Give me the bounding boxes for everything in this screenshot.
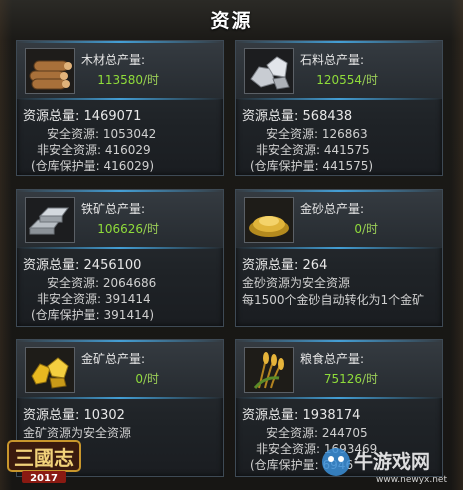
- gold-sand-icon: [244, 197, 294, 243]
- gold-ore-total-label: 资源总量:: [23, 408, 80, 423]
- iron-total-label: 资源总量:: [23, 258, 80, 273]
- gold-ore-rate-unit: /时: [143, 372, 160, 386]
- gold-sand-rate-label: 金砂总产量:: [300, 202, 365, 216]
- watermark-logo: 牛游戏网 www.newyx.net: [318, 440, 458, 486]
- iron-ingot-icon: [25, 197, 75, 243]
- svg-text:牛游戏网: 牛游戏网: [354, 450, 430, 473]
- wood-total-label: 资源总量:: [23, 109, 80, 124]
- grain-icon: [244, 347, 294, 393]
- wood-rate-value: 113580: [97, 73, 143, 87]
- stone-rate-unit: /时: [362, 73, 379, 87]
- grain-rate-value: 75126: [323, 372, 362, 386]
- wood-logs-icon: [25, 48, 75, 94]
- stone-icon: [244, 48, 294, 94]
- stone-rate-value: 120554: [316, 73, 362, 87]
- wood-safe: 安全资源: 1053042: [47, 127, 157, 141]
- gold-sand-convert-note: 每1500个金砂自动转化为1个金矿: [242, 293, 425, 307]
- iron-safe: 安全资源: 2064686: [47, 276, 157, 290]
- stone-card: 石料总产量: 120554/时 资源总量: 568438 安全资源: 12686…: [235, 40, 443, 176]
- stone-total-label: 资源总量:: [242, 109, 299, 124]
- gold-ore-icon: [25, 347, 75, 393]
- grain-total-value: 1938174: [302, 408, 361, 423]
- iron-unsafe: 非安全资源: 391414: [37, 292, 151, 306]
- grain-rate-label: 粮食总产量:: [300, 352, 365, 366]
- stone-safe: 安全资源: 126863: [266, 127, 368, 141]
- game-logo: 三國志 2017: [6, 437, 82, 485]
- gold-sand-rate-unit: /时: [362, 222, 379, 236]
- grain-total-label: 资源总量:: [242, 408, 299, 423]
- iron-rate-unit: /时: [143, 222, 160, 236]
- gold-sand-rate-value: 0: [354, 222, 362, 236]
- stone-total-value: 568438: [302, 109, 353, 124]
- wood-rate-label: 木材总产量:: [81, 53, 146, 67]
- iron-protect: (仓库保护量: 391414): [31, 308, 155, 322]
- grain-rate-unit: /时: [362, 372, 379, 386]
- stone-rate-label: 石料总产量:: [300, 53, 365, 67]
- wood-protect: (仓库保护量: 416029): [31, 159, 155, 173]
- page-title: 资源: [210, 10, 253, 32]
- grain-safe: 安全资源: 244705: [266, 426, 368, 440]
- gold-sand-card: 金砂总产量: 0/时 资源总量: 264 金砂资源为安全资源 每1500个金砂自…: [235, 189, 443, 327]
- wood-unsafe: 非安全资源: 416029: [37, 143, 151, 157]
- stone-protect: (仓库保护量: 441575): [250, 159, 374, 173]
- gold-ore-rate-value: 0: [135, 372, 143, 386]
- gold-sand-total-value: 264: [302, 258, 328, 273]
- iron-total-value: 2456100: [83, 258, 142, 273]
- gold-sand-note: 金砂资源为安全资源: [242, 276, 351, 290]
- wood-total-value: 1469071: [83, 109, 142, 124]
- iron-rate-value: 106626: [97, 222, 143, 236]
- svg-text:www.newyx.net: www.newyx.net: [376, 475, 447, 485]
- gold-sand-total-label: 资源总量:: [242, 258, 299, 273]
- gold-ore-total-value: 10302: [83, 408, 125, 423]
- stone-unsafe: 非安全资源: 441575: [256, 143, 370, 157]
- wood-card: 木材总产量: 113580/时 资源总量: 1469071 安全资源: 1053…: [16, 40, 224, 176]
- svg-text:2017: 2017: [30, 473, 58, 484]
- iron-rate-label: 铁矿总产量:: [81, 202, 146, 216]
- gold-ore-rate-label: 金矿总产量:: [81, 352, 146, 366]
- iron-card: 铁矿总产量: 106626/时 资源总量: 2456100 安全资源: 2064…: [16, 189, 224, 327]
- wood-rate-unit: /时: [143, 73, 160, 87]
- svg-text:三國志: 三國志: [14, 446, 74, 470]
